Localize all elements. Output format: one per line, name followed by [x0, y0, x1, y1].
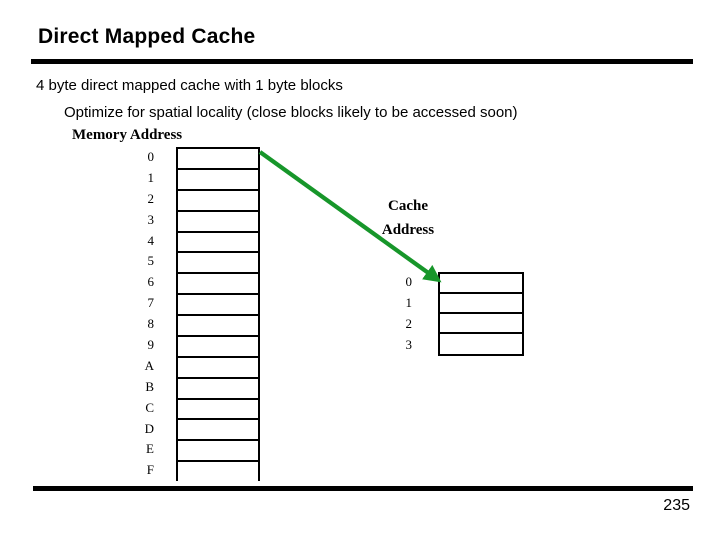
memory-index-label-12: C [145, 399, 154, 415]
body-text-line-1: 4 byte direct mapped cache with 1 byte b… [36, 77, 343, 94]
cache-index-label-3: 3 [405, 336, 413, 352]
memory-index-column: 0 1 2 3 4 5 6 7 8 9 ABCDEF [112, 147, 154, 481]
memory-index-label-13: D [144, 420, 154, 436]
memory-block-cell-2 [178, 190, 258, 212]
cache-block-cell-3 [440, 334, 522, 354]
cache-address-label: Cache Address [372, 194, 444, 242]
memory-index-label-11: B [145, 378, 154, 394]
memory-block-cell-15 [178, 462, 258, 483]
memory-index-label-6: 6 [147, 274, 155, 290]
memory-block-cell-8 [178, 316, 258, 337]
memory-index-label-8: 8 [147, 316, 155, 332]
cache-index-label-1: 1 [405, 294, 413, 310]
cache-block-cell-2 [440, 314, 522, 334]
memory-block-cell-13 [178, 420, 258, 442]
memory-block-cell-3 [178, 211, 258, 233]
title-divider [31, 59, 693, 64]
cache-index-label-2: 2 [405, 315, 413, 331]
body-text-line-2: Optimize for spatial locality (close blo… [64, 104, 518, 121]
cache-address-label-line-1: Cache [388, 198, 428, 214]
memory-index-label-15: F [146, 462, 154, 478]
memory-index-label-9: 9 [147, 337, 155, 353]
page-number: 235 [663, 497, 690, 514]
memory-index-label-0: 0 [147, 149, 155, 164]
memory-block-cell-6 [178, 274, 258, 296]
cache-address-label-line-2: Address [381, 222, 435, 238]
memory-block-cell-14 [178, 441, 258, 463]
memory-index-label-2: 2 [147, 190, 155, 206]
slide-canvas: Direct Mapped Cache 4 byte direct mapped… [0, 0, 720, 540]
memory-address-label: Memory Address [72, 127, 183, 143]
memory-block-cell-11 [178, 378, 258, 400]
memory-index-label-14: E [146, 441, 154, 457]
cache-index-column: 0 1 2 3 [374, 272, 413, 356]
memory-block-cell-1 [178, 169, 258, 191]
memory-index-label-5: 5 [147, 253, 155, 269]
memory-block-cell-12 [178, 399, 258, 421]
page-title: Direct Mapped Cache [38, 25, 256, 48]
cache-block-table [438, 272, 524, 356]
memory-index-label-1: 1 [147, 169, 155, 185]
memory-index-label-7: 7 [147, 295, 155, 311]
cache-block-cell-0 [440, 274, 522, 294]
memory-index-label-10: A [144, 357, 154, 373]
memory-index-label-4: 4 [147, 232, 155, 248]
cache-block-cell-1 [440, 294, 522, 314]
memory-block-cell-10 [178, 357, 258, 379]
cache-index-label-0: 0 [405, 274, 413, 289]
memory-block-table [176, 147, 260, 483]
memory-block-cell-7 [178, 295, 258, 316]
footer-divider [33, 486, 693, 491]
memory-block-cell-0 [178, 149, 258, 170]
memory-index-label-3: 3 [147, 211, 155, 227]
memory-block-cell-9 [178, 336, 258, 358]
memory-block-cell-5 [178, 253, 258, 275]
memory-block-cell-4 [178, 232, 258, 254]
